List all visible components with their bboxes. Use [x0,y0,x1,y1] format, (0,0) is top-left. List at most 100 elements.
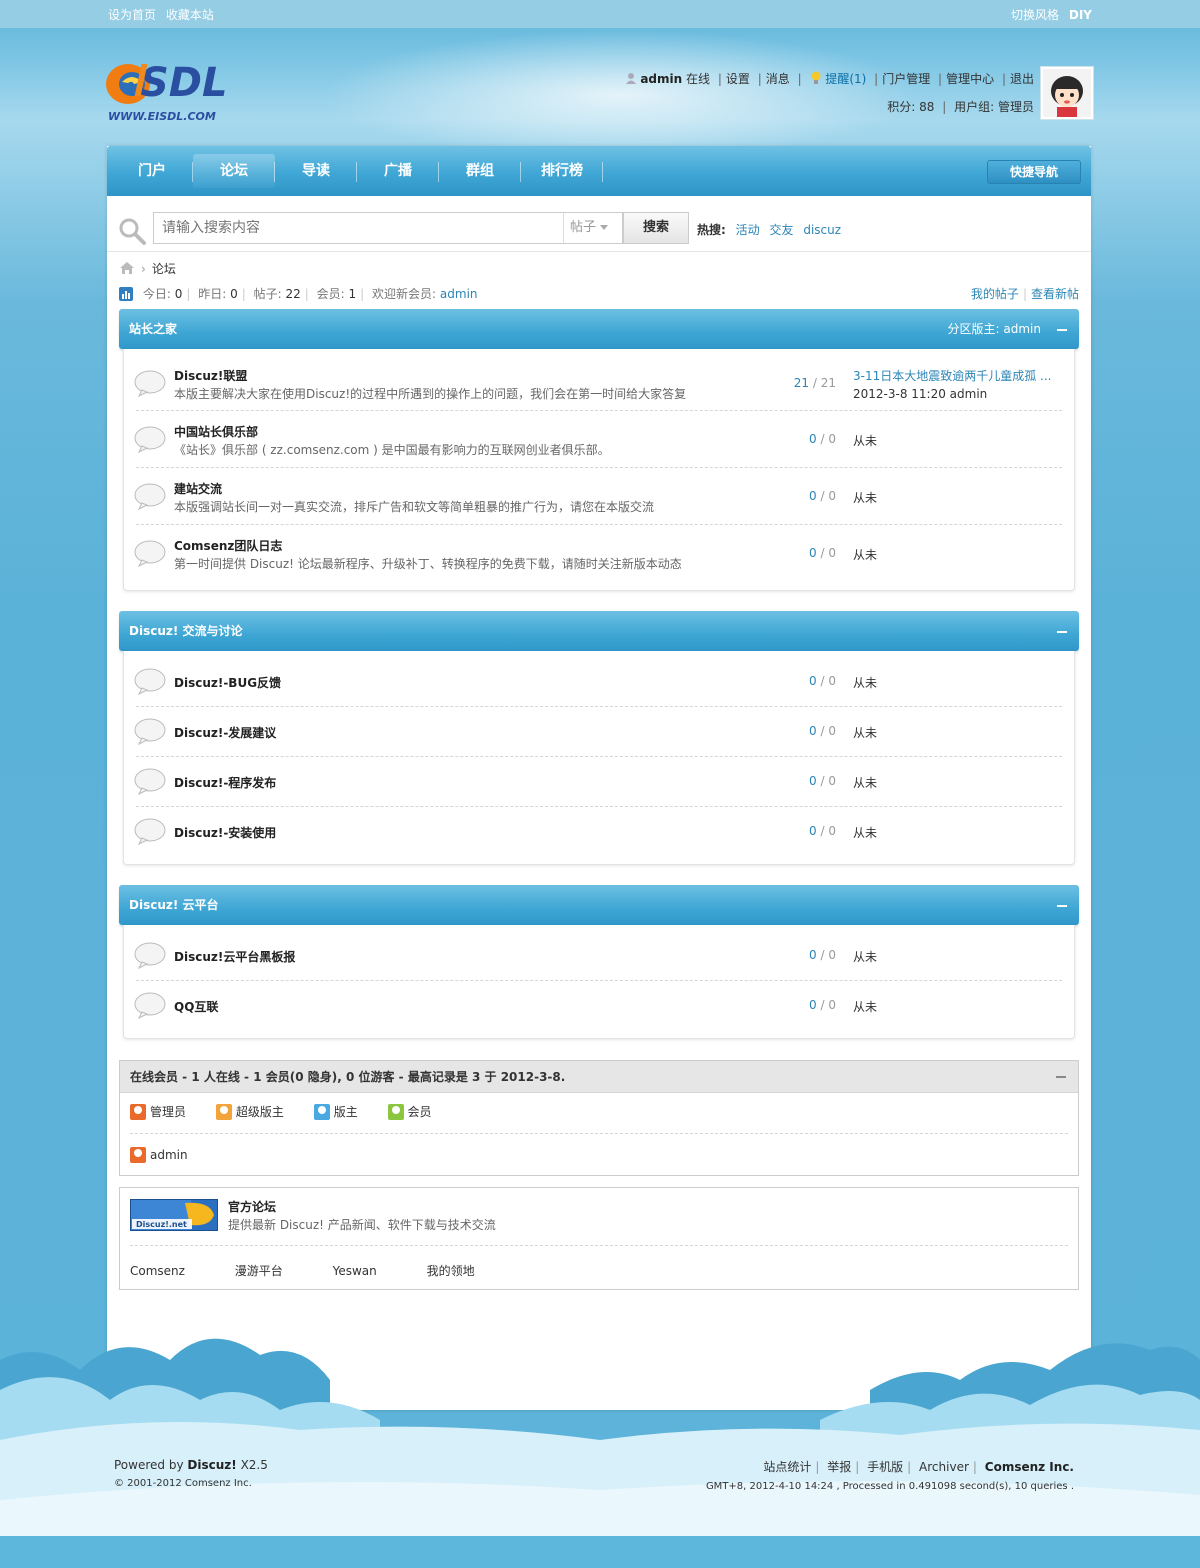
points-link[interactable]: 积分: 88 [887,100,934,114]
avatar[interactable] [1040,66,1094,120]
mobile-link[interactable]: 手机版 [867,1460,903,1474]
nav-forum[interactable]: 论坛 [193,154,275,188]
hot-search-item[interactable]: discuz [803,223,841,237]
username-link[interactable]: admin [640,72,682,86]
forum-row[interactable]: 建站交流 本版强调站长间一对一真实交流，排斥广告和软文等简单粗暴的推广行为，请您… [134,468,1062,525]
newest-member-link[interactable]: admin [440,287,478,301]
nav-groups[interactable]: 群组 [439,154,521,188]
collapse-icon[interactable] [1057,905,1067,907]
forum-stats: 今日: 0 | 昨日: 0 | 帖子: 22 | 会员: 1 | 欢迎新会员: admi… [119,285,1079,303]
search-input[interactable] [153,212,565,244]
version: X2.5 [240,1458,268,1472]
forum-row[interactable]: Discuz!-安装使用 0 / 0 从未 [134,807,1062,863]
category-title[interactable]: Discuz! 云平台 [129,896,219,913]
forum-row[interactable]: Discuz!云平台黑板报 0 / 0 从未 [134,925,1062,981]
legend-label: 管理员 [150,1105,187,1119]
member-legend: 管理员 超级版主 版主 会员 [130,1103,458,1120]
report-link[interactable]: 举报 [827,1460,851,1474]
category-moderator[interactable]: 分区版主: admin [948,320,1041,337]
thread-count: 0 [809,489,817,503]
forum-row[interactable]: QQ互联 0 / 0 从未 [134,981,1062,1037]
diy-link[interactable]: DIY [1069,8,1092,22]
post-count: 0 [828,432,836,446]
forum-row[interactable]: Discuz!-程序发布 0 / 0 从未 [134,757,1062,807]
discuz-logo[interactable]: Discuz!.net [130,1199,218,1231]
archiver-link[interactable]: Archiver [919,1460,969,1474]
my-posts-link[interactable]: 我的帖子 [971,287,1019,301]
home-icon[interactable] [119,261,135,275]
category-title[interactable]: Discuz! 交流与讨论 [129,622,243,639]
forum-row[interactable]: Discuz!-BUG反馈 0 / 0 从未 [134,651,1062,707]
nav-guide[interactable]: 导读 [275,154,357,188]
processed-info: GMT+8, 2012-4-10 14:24 , Processed in 0.… [705,1481,1074,1492]
online-user[interactable]: admin [130,1147,188,1163]
forum-name[interactable]: 建站交流 [174,480,222,497]
bookmark-link[interactable]: 收藏本站 [166,8,214,22]
nav-broadcast[interactable]: 广播 [357,154,439,188]
nav-portal[interactable]: 门户 [111,154,193,188]
forum-row[interactable]: Discuz!联盟 本版主要解决大家在使用Discuz!的过程中所遇到的操作上的… [134,349,1063,411]
forum-name[interactable]: 中国站长俱乐部 [174,423,258,440]
friend-link[interactable]: Comsenz [130,1264,185,1278]
remind-link[interactable]: 提醒(1) [825,72,866,86]
forum-name[interactable]: Discuz!联盟 [174,367,247,384]
category-header[interactable]: Discuz! 交流与讨论 [119,611,1079,651]
today-count: 0 [174,287,183,301]
settings-link[interactable]: 设置 [726,72,750,86]
category-body: Discuz!-BUG反馈 0 / 0 从未 Discuz!-发展建议 0 / … [123,651,1075,865]
forum-name[interactable]: Discuz!-BUG反馈 [174,674,281,691]
friend-link[interactable]: Yeswan [333,1264,377,1278]
search-type-select[interactable]: 帖子 [563,212,623,244]
bulb-icon [810,71,822,85]
forum-name[interactable]: QQ互联 [174,998,218,1015]
site-stats-link[interactable]: 站点统计 [763,1460,811,1474]
last-post-link[interactable]: 3-11日本大地震致逾两千儿童成孤 ... [853,367,1063,384]
search-button[interactable]: 搜索 [623,212,689,244]
official-forum-title[interactable]: 官方论坛 [228,1198,276,1215]
quick-nav-button[interactable]: 快捷导航 [987,160,1081,184]
set-home-link[interactable]: 设为首页 [108,8,156,22]
online-members-title[interactable]: 在线会员 - 1 人在线 - 1 会员(0 隐身), 0 位游客 - 最高记录是… [130,1070,565,1084]
breadcrumb-current[interactable]: 论坛 [152,262,176,276]
forum-row[interactable]: Comsenz团队日志 第一时间提供 Discuz! 论坛最新程序、升级补丁、转… [134,525,1062,583]
collapse-icon[interactable] [1057,631,1067,633]
thread-count: 0 [809,774,817,788]
discuz-link[interactable]: Discuz! [187,1458,236,1472]
forum-name[interactable]: Discuz!-发展建议 [174,724,276,741]
online-members-header[interactable]: 在线会员 - 1 人在线 - 1 会员(0 隐身), 0 位游客 - 最高记录是… [120,1061,1078,1093]
chevron-down-icon [600,225,609,230]
post-count: 0 [828,674,836,688]
category-header[interactable]: 站长之家 分区版主: admin [119,309,1079,349]
messages-link[interactable]: 消息 [766,72,790,86]
hot-search-item[interactable]: 交友 [769,223,793,237]
friend-link[interactable]: 我的领地 [427,1264,475,1278]
site-logo[interactable]: SDL I WWW.EISDL.COM [104,52,254,126]
collapse-icon[interactable] [1057,329,1067,331]
forum-row[interactable]: 中国站长俱乐部 《站长》俱乐部 ( zz.comsenz.com ) 是中国最有… [134,411,1062,468]
user-group-link[interactable]: 用户组: 管理员 [954,100,1034,114]
admin-center-link[interactable]: 管理中心 [946,72,994,86]
friend-link[interactable]: 漫游平台 [235,1264,283,1278]
collapse-icon[interactable] [1056,1076,1066,1078]
forum-name[interactable]: Comsenz团队日志 [174,537,282,554]
search-icon [119,218,146,245]
forum-name[interactable]: Discuz!云平台黑板报 [174,948,295,965]
online-user-name[interactable]: admin [150,1148,188,1162]
company-link[interactable]: Comsenz Inc. [985,1460,1074,1474]
nav-ranking[interactable]: 排行榜 [521,154,603,188]
forum-name[interactable]: Discuz!-安装使用 [174,824,276,841]
portal-admin-link[interactable]: 门户管理 [882,72,930,86]
forum-name[interactable]: Discuz!-程序发布 [174,774,276,791]
category-title[interactable]: 站长之家 [129,320,177,337]
hot-search-item[interactable]: 活动 [736,223,760,237]
logout-link[interactable]: 退出 [1010,72,1034,86]
forum-counts: 0 / 0 [809,489,836,503]
new-posts-link[interactable]: 查看新帖 [1031,287,1079,301]
switch-style-link[interactable]: 切换风格 [1011,8,1059,22]
category-body: Discuz!联盟 本版主要解决大家在使用Discuz!的过程中所遇到的操作上的… [123,349,1075,591]
discuz-logo-text: Discuz!.net [136,1220,187,1229]
welcome-label: 欢迎新会员: [372,287,437,301]
category-header[interactable]: Discuz! 云平台 [119,885,1079,925]
forum-last-post: 从未 [853,1000,878,1014]
forum-row[interactable]: Discuz!-发展建议 0 / 0 从未 [134,707,1062,757]
